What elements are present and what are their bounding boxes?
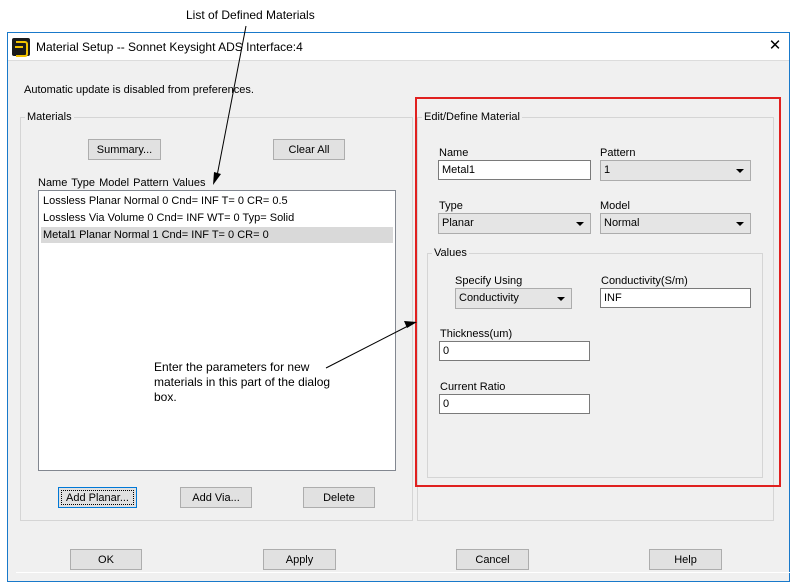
- close-icon[interactable]: ✕: [765, 36, 785, 56]
- annotation-list-of-materials: List of Defined Materials: [186, 8, 315, 22]
- window-title: Material Setup -- Sonnet Keysight ADS In…: [36, 40, 303, 54]
- cancel-button[interactable]: Cancel: [456, 549, 529, 570]
- title-bar: Material Setup -- Sonnet Keysight ADS In…: [8, 33, 789, 61]
- add-via-button[interactable]: Add Via...: [180, 487, 252, 508]
- add-planar-button[interactable]: Add Planar...: [58, 487, 137, 508]
- footer-separator: [16, 572, 793, 573]
- clear-all-button[interactable]: Clear All: [273, 139, 345, 160]
- materials-legend: Materials: [27, 111, 72, 123]
- list-column-header: Name Type Model Pattern Values: [38, 177, 206, 189]
- sonnet-app-icon: [12, 38, 30, 57]
- edit-area-highlight: [415, 97, 781, 487]
- delete-button[interactable]: Delete: [303, 487, 375, 508]
- notice-text: Automatic update is disabled from prefer…: [24, 84, 254, 96]
- list-item[interactable]: Lossless Planar Normal 0 Cnd= INF T= 0 C…: [41, 193, 393, 209]
- help-button[interactable]: Help: [649, 549, 722, 570]
- ok-button[interactable]: OK: [70, 549, 142, 570]
- annotation-edit-area: Enter the parameters for new materials i…: [154, 360, 331, 404]
- apply-button[interactable]: Apply: [263, 549, 336, 570]
- list-item-selected[interactable]: Metal1 Planar Normal 1 Cnd= INF T= 0 CR=…: [41, 227, 393, 243]
- summary-button[interactable]: Summary...: [88, 139, 161, 160]
- materials-listbox[interactable]: Lossless Planar Normal 0 Cnd= INF T= 0 C…: [38, 190, 396, 471]
- list-item[interactable]: Lossless Via Volume 0 Cnd= INF WT= 0 Typ…: [41, 210, 393, 226]
